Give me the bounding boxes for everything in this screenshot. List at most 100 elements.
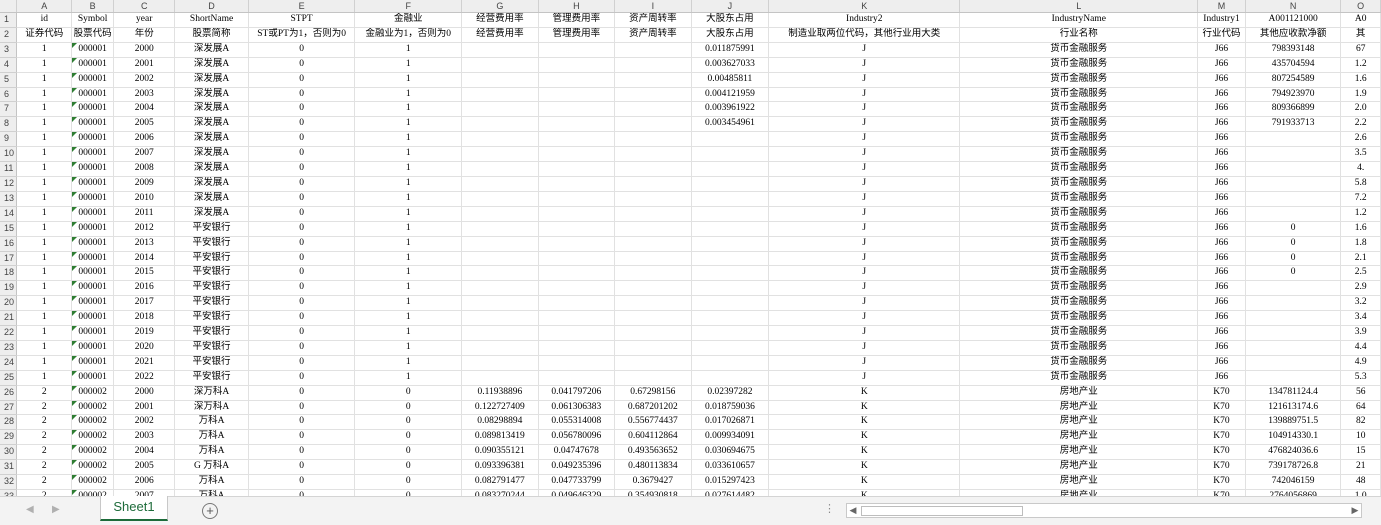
row-header[interactable]: 16 <box>0 236 18 252</box>
cell-b[interactable]: 000001 <box>71 161 115 177</box>
cell-d[interactable]: 深发展A <box>174 87 249 103</box>
cell-c[interactable]: 2005 <box>113 116 176 133</box>
cell-e[interactable]: 0 <box>248 161 356 177</box>
cell-i[interactable]: 0.493563652 <box>614 444 692 461</box>
cell-d[interactable]: 万科A <box>174 414 249 431</box>
cell-l[interactable]: 货币金融服务 <box>959 265 1199 282</box>
cell-j[interactable]: 0.004121959 <box>691 87 770 103</box>
cell-d[interactable]: ShortName <box>174 12 249 28</box>
cell-f[interactable]: 1 <box>354 57 463 73</box>
cell-b[interactable]: 000002 <box>71 414 115 431</box>
cell-m[interactable]: J66 <box>1197 206 1246 222</box>
cell-a[interactable]: 1 <box>16 131 73 148</box>
cell-j[interactable] <box>691 370 770 386</box>
cell-j[interactable] <box>691 161 770 177</box>
cell-e[interactable]: 0 <box>248 414 356 431</box>
cell-c[interactable]: 2005 <box>113 459 176 476</box>
cell-c[interactable]: 2009 <box>113 176 176 192</box>
cell-g[interactable] <box>461 176 539 192</box>
cell-a[interactable]: 1 <box>16 57 73 73</box>
cell-h[interactable] <box>538 42 616 58</box>
cell-g[interactable] <box>461 280 539 297</box>
cell-k[interactable]: K <box>768 474 961 490</box>
column-header-f[interactable]: F <box>354 0 463 13</box>
cell-f[interactable]: 1 <box>354 161 463 177</box>
cell-e[interactable]: 0 <box>248 310 356 327</box>
cell-k[interactable]: J <box>768 101 961 118</box>
row-header[interactable]: 17 <box>0 251 18 267</box>
cell-e[interactable]: 0 <box>248 459 356 476</box>
cell-g[interactable] <box>461 116 539 133</box>
cell-e[interactable]: 0 <box>248 101 356 118</box>
cell-i[interactable]: 0.604112864 <box>614 429 692 446</box>
cell-k[interactable]: J <box>768 325 961 341</box>
cell-n[interactable]: 134781124.4 <box>1245 385 1342 401</box>
cell-l[interactable]: 货币金融服务 <box>959 295 1199 312</box>
cell-c[interactable]: 2007 <box>113 146 176 163</box>
cell-f[interactable]: 1 <box>354 176 463 192</box>
cell-o[interactable]: 15 <box>1340 444 1381 461</box>
cell-j[interactable] <box>691 340 770 356</box>
cell-c[interactable]: 2008 <box>113 161 176 177</box>
cell-o[interactable]: 1.2 <box>1340 57 1381 73</box>
cell-o[interactable]: 2.5 <box>1340 265 1381 282</box>
cell-l[interactable]: 货币金融服务 <box>959 57 1199 73</box>
cell-e[interactable]: 0 <box>248 87 356 103</box>
cell-j[interactable] <box>691 131 770 148</box>
cell-n[interactable]: 其他应收款净额 <box>1245 27 1342 43</box>
cell-k[interactable]: K <box>768 459 961 476</box>
cell-k[interactable]: J <box>768 87 961 103</box>
cell-h[interactable] <box>538 265 616 282</box>
cell-k[interactable]: K <box>768 429 961 446</box>
cell-b[interactable]: 000001 <box>71 87 115 103</box>
splitter-handle-icon[interactable]: ⋮ <box>824 502 835 515</box>
cell-i[interactable] <box>614 161 692 177</box>
cell-l[interactable]: 货币金融服务 <box>959 176 1199 192</box>
cell-m[interactable]: J66 <box>1197 42 1246 58</box>
column-header-a[interactable]: A <box>16 0 73 13</box>
row-header[interactable]: 5 <box>0 72 18 88</box>
cell-c[interactable]: 2003 <box>113 429 176 446</box>
cell-m[interactable]: J66 <box>1197 325 1246 341</box>
cell-e[interactable]: 0 <box>248 42 356 58</box>
cell-a[interactable]: 1 <box>16 355 73 371</box>
cell-b[interactable]: 000001 <box>71 176 115 192</box>
column-header-c[interactable]: C <box>113 0 176 13</box>
cell-l[interactable]: 房地产业 <box>959 400 1199 416</box>
cell-c[interactable]: 2015 <box>113 265 176 282</box>
cell-c[interactable]: 2000 <box>113 385 176 401</box>
cell-c[interactable]: 2006 <box>113 474 176 490</box>
cell-h[interactable] <box>538 221 616 237</box>
cell-m[interactable]: J66 <box>1197 370 1246 386</box>
cell-d[interactable]: 平安银行 <box>174 310 249 327</box>
cell-o[interactable]: 10 <box>1340 429 1381 446</box>
cell-a[interactable]: 2 <box>16 385 73 401</box>
cell-f[interactable]: 1 <box>354 280 463 297</box>
cell-k[interactable]: J <box>768 310 961 327</box>
cell-h[interactable]: 0.04747678 <box>538 444 616 461</box>
cell-a[interactable]: 1 <box>16 370 73 386</box>
column-header-n[interactable]: N <box>1245 0 1342 13</box>
cell-o[interactable]: 4.4 <box>1340 340 1381 356</box>
cell-o[interactable]: 21 <box>1340 459 1381 476</box>
cell-d[interactable]: 平安银行 <box>174 355 249 371</box>
cell-a[interactable]: 1 <box>16 340 73 356</box>
cell-a[interactable]: 1 <box>16 265 73 282</box>
cell-m[interactable]: K70 <box>1197 474 1246 490</box>
cell-e[interactable]: ST或PT为1，否则为0 <box>248 27 356 43</box>
cell-d[interactable]: 平安银行 <box>174 340 249 356</box>
cell-o[interactable]: 2.9 <box>1340 280 1381 297</box>
cell-c[interactable]: 2002 <box>113 72 176 88</box>
cell-f[interactable]: 1 <box>354 355 463 371</box>
cell-c[interactable]: 2000 <box>113 42 176 58</box>
cell-i[interactable] <box>614 310 692 327</box>
cell-f[interactable]: 1 <box>354 87 463 103</box>
cell-o[interactable]: 3.5 <box>1340 146 1381 163</box>
cell-k[interactable]: J <box>768 131 961 148</box>
cell-e[interactable]: 0 <box>248 176 356 192</box>
row-header[interactable]: 19 <box>0 280 18 297</box>
cell-m[interactable]: J66 <box>1197 221 1246 237</box>
cell-d[interactable]: 深发展A <box>174 116 249 133</box>
cell-d[interactable]: 深发展A <box>174 101 249 118</box>
cell-c[interactable]: 2010 <box>113 191 176 207</box>
